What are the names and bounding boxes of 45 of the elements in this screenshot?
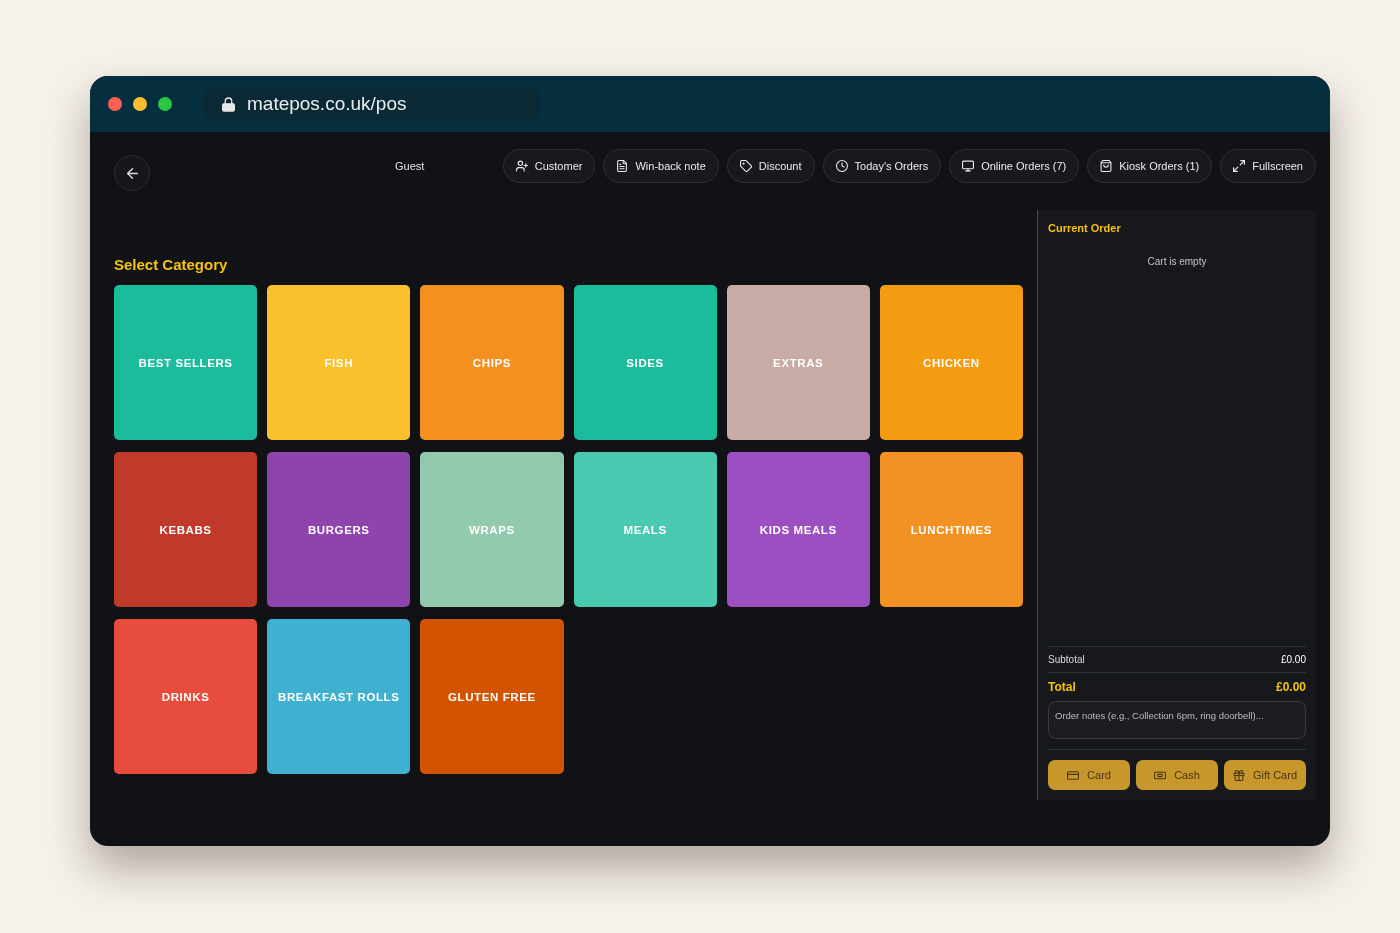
category-tile[interactable]: GLUTEN FREE xyxy=(420,619,564,774)
payment-button[interactable]: Card xyxy=(1048,760,1130,790)
close-icon[interactable] xyxy=(108,97,122,111)
toolbar-button[interactable]: Today's Orders xyxy=(822,149,942,183)
back-button[interactable] xyxy=(114,155,150,191)
category-tile[interactable]: CHIPS xyxy=(420,285,564,440)
maximize-icon[interactable] xyxy=(158,97,172,111)
tag-icon xyxy=(739,160,752,172)
payment-button[interactable]: Gift Card xyxy=(1224,760,1306,790)
toolbar-button[interactable]: Kiosk Orders (1) xyxy=(1087,149,1213,183)
toolbar-button[interactable]: Win-back note xyxy=(603,149,719,183)
card-icon xyxy=(1067,769,1080,781)
banknote-icon xyxy=(1154,769,1167,781)
minimize-icon[interactable] xyxy=(133,97,147,111)
toolbar-button[interactable]: Customer xyxy=(502,149,596,183)
monitor-icon xyxy=(962,160,975,172)
category-tile[interactable]: DRINKS xyxy=(114,619,258,774)
category-tile[interactable]: SIDES xyxy=(573,285,717,440)
customer-name: Guest xyxy=(395,160,425,172)
category-tile[interactable]: BREAKFAST ROLLS xyxy=(267,619,411,774)
category-tile[interactable]: BURGERS xyxy=(267,452,411,607)
category-tile[interactable]: LUNCHTIMES xyxy=(879,452,1023,607)
category-tile[interactable]: KIDS MEALS xyxy=(726,452,870,607)
user-plus-icon xyxy=(515,160,528,172)
total-label: Total xyxy=(1048,680,1076,694)
order-title: Current Order xyxy=(1048,222,1122,234)
subtotal-value: £0.00 xyxy=(1280,654,1306,665)
payment-button[interactable]: Cash xyxy=(1136,760,1218,790)
clock-icon xyxy=(835,160,848,172)
bag-icon xyxy=(1100,160,1113,172)
expand-icon xyxy=(1233,160,1246,172)
gift-icon xyxy=(1233,769,1245,781)
toolbar-button[interactable]: Discount xyxy=(726,149,815,183)
empty-cart-message: Cart is empty xyxy=(1146,256,1208,267)
section-heading: Select Category xyxy=(114,256,229,273)
document-icon xyxy=(616,160,629,172)
subtotal-label: Subtotal xyxy=(1048,654,1085,665)
category-tile[interactable]: KEBABS xyxy=(114,452,258,607)
toolbar-button[interactable]: Online Orders (7) xyxy=(949,149,1080,183)
category-tile[interactable]: BEST SELLERS xyxy=(114,285,258,440)
total-value: £0.00 xyxy=(1275,680,1306,694)
order-notes-field[interactable]: Order notes (e.g., Collection 6pm, ring doorbell)... xyxy=(1048,701,1306,739)
toolbar-button[interactable]: Fullscreen xyxy=(1220,149,1316,183)
lock-icon xyxy=(222,96,235,112)
address-bar[interactable]: matepos.co.uk/pos xyxy=(204,87,540,121)
